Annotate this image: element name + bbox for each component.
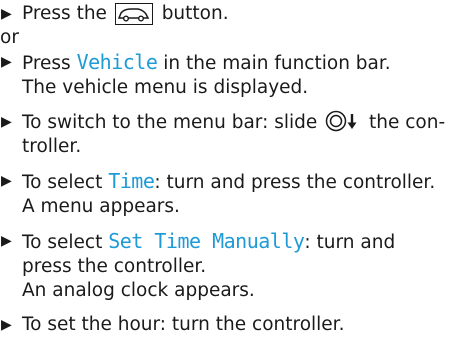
step-select-set-time-manually: ▶ To select Set Time Manually: turn and p… bbox=[0, 229, 464, 303]
step-text: in the main function bar. bbox=[157, 53, 391, 74]
or-separator: or bbox=[0, 27, 19, 48]
step-text: press the controller. bbox=[22, 256, 207, 277]
step-text: To set the hour: turn the controller. bbox=[22, 314, 345, 335]
bullet-icon: ▶ bbox=[1, 317, 12, 333]
bullet-icon: ▶ bbox=[1, 6, 12, 22]
bullet-icon: ▶ bbox=[1, 233, 12, 249]
step-text: To switch to the menu bar: slide bbox=[22, 112, 324, 133]
instruction-list: ▶ Press the button. or ▶ Press Vehicle in … bbox=[0, 2, 464, 337]
step-text: button. bbox=[155, 3, 229, 24]
highlight-vehicle: Vehicle bbox=[76, 50, 158, 74]
step-text: : turn and press the controller. bbox=[154, 172, 436, 193]
step-text: To select bbox=[22, 172, 109, 193]
step-text: the con- bbox=[363, 112, 446, 133]
step-result: A menu appears. bbox=[22, 196, 180, 217]
step-result: The vehicle menu is displayed. bbox=[22, 77, 309, 98]
step-text: To select bbox=[22, 232, 109, 253]
bullet-icon: ▶ bbox=[1, 54, 12, 70]
step-text: Press bbox=[22, 53, 77, 74]
bullet-icon: ▶ bbox=[1, 173, 12, 189]
step-text: Press the bbox=[22, 3, 113, 24]
step-press-vehicle: ▶ Press Vehicle in the main function bar.… bbox=[0, 50, 464, 100]
highlight-time: Time bbox=[108, 169, 155, 193]
highlight-set-time-manually: Set Time Manually bbox=[108, 229, 305, 253]
step-result: An analog clock appears. bbox=[22, 280, 255, 301]
step-select-time: ▶ To select Time: turn and press the cont… bbox=[0, 169, 464, 219]
bullet-icon: ▶ bbox=[1, 114, 12, 130]
step-text: troller. bbox=[22, 136, 82, 157]
step-text: : turn and bbox=[304, 232, 396, 253]
step-set-hour: ▶ To set the hour: turn the controller. bbox=[0, 313, 464, 337]
step-switch-menu-bar: ▶ To switch to the menu bar: slide the co… bbox=[0, 110, 464, 159]
vehicle-button-icon bbox=[114, 3, 153, 25]
controller-slide-down-icon bbox=[325, 110, 361, 132]
step-press-vehicle-button: ▶ Press the button. bbox=[0, 2, 464, 26]
